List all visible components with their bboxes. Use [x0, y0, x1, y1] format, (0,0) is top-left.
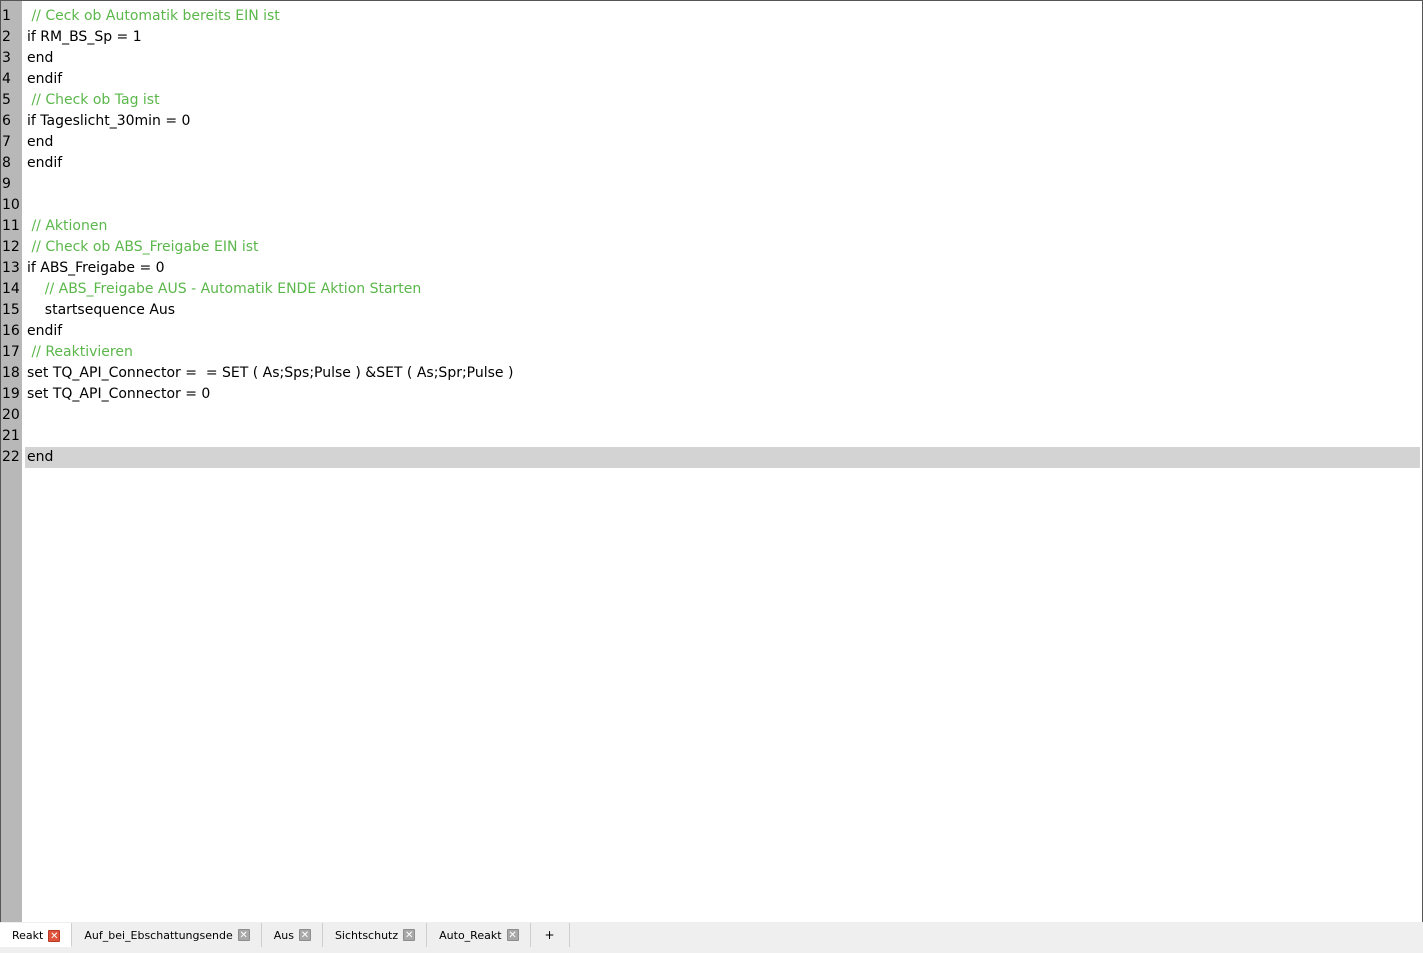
code-comment[interactable]: // Check ob Tag ist — [25, 90, 1420, 111]
tab-strip: Reakt ✕ Auf_bei_Ebschattungsende ✕ Aus ✕ Sicht… — [0, 923, 570, 947]
code-line[interactable]: 18 set TQ_API_Connector = = SET ( As;Sps;… — [1, 363, 1420, 384]
code-line[interactable]: 19 set TQ_API_Connector = 0 — [1, 384, 1420, 405]
tab-auf_bei_ebschattungsende[interactable]: Auf_bei_Ebschattungsende ✕ — [72, 923, 262, 947]
code-line[interactable]: 7 end — [1, 132, 1420, 153]
code-text[interactable]: if Tageslicht_30min = 0 — [25, 111, 1420, 132]
code-text[interactable]: end — [25, 48, 1420, 69]
code-comment[interactable]: // Ceck ob Automatik bereits EIN ist — [25, 6, 1420, 27]
code-line[interactable]: 10 — [1, 195, 1420, 216]
code-line[interactable]: 5 // Check ob Tag ist — [1, 90, 1420, 111]
code-text[interactable]: endif — [25, 153, 1420, 174]
line-number: 16 — [2, 323, 20, 339]
tab-aus[interactable]: Aus ✕ — [261, 923, 323, 947]
code-line[interactable]: 4 endif — [1, 69, 1420, 90]
line-number: 5 — [2, 92, 11, 108]
line-number: 2 — [2, 29, 11, 45]
code-line[interactable]: 6 if Tageslicht_30min = 0 — [1, 111, 1420, 132]
code-line[interactable]: 8 endif — [1, 153, 1420, 174]
code-text[interactable]: endif — [25, 321, 1420, 342]
tab-label: Auto_Reakt — [439, 928, 502, 942]
code-text[interactable] — [25, 405, 1420, 426]
code-text[interactable]: if ABS_Freigabe = 0 — [25, 258, 1420, 279]
line-number: 20 — [2, 407, 20, 423]
code-text[interactable]: set TQ_API_Connector = 0 — [25, 384, 1420, 405]
code-text[interactable] — [25, 174, 1420, 195]
line-number: 6 — [2, 113, 11, 129]
code-comment[interactable]: // Check ob ABS_Freigabe EIN ist — [25, 237, 1420, 258]
tab-sichtschutz[interactable]: Sichtschutz ✕ — [322, 923, 428, 947]
close-icon[interactable]: ✕ — [403, 929, 416, 941]
line-number: 19 — [2, 386, 20, 402]
code-lines[interactable]: 1 // Ceck ob Automatik bereits EIN ist 2 i… — [1, 6, 1420, 468]
code-line[interactable]: 3 end — [1, 48, 1420, 69]
code-text[interactable]: startsequence Aus — [25, 300, 1420, 321]
line-number: 3 — [2, 50, 11, 66]
tab-bar: Reakt ✕ Auf_bei_Ebschattungsende ✕ Aus ✕ Sicht… — [0, 922, 1423, 953]
code-line[interactable]: 9 — [1, 174, 1420, 195]
close-icon[interactable]: ✕ — [48, 929, 61, 942]
code-text[interactable]: set TQ_API_Connector = = SET ( As;Sps;Pu… — [25, 363, 1420, 384]
code-comment[interactable]: // Aktionen — [25, 216, 1420, 237]
line-number: 4 — [2, 71, 11, 87]
tab-label: Auf_bei_Ebschattungsende — [84, 928, 233, 942]
line-number: 12 — [2, 239, 20, 255]
code-line[interactable]: 16 endif — [1, 321, 1420, 342]
close-icon[interactable]: ✕ — [298, 929, 311, 941]
line-number: 22 — [2, 449, 20, 465]
code-text[interactable]: if RM_BS_Sp = 1 — [25, 27, 1420, 48]
script-editor[interactable]: 1 // Ceck ob Automatik bereits EIN ist 2 i… — [0, 0, 1423, 923]
code-line[interactable]: 15 startsequence Aus — [1, 300, 1420, 321]
code-text[interactable]: end — [25, 132, 1420, 153]
line-number: 11 — [2, 218, 20, 234]
code-line[interactable]: 20 — [1, 405, 1420, 426]
code-text[interactable] — [25, 426, 1420, 447]
code-text[interactable]: end — [25, 447, 1420, 468]
code-line[interactable]: 12 // Check ob ABS_Freigabe EIN ist — [1, 237, 1420, 258]
code-text[interactable] — [25, 195, 1420, 216]
code-line[interactable]: 2 if RM_BS_Sp = 1 — [1, 27, 1420, 48]
add-tab-button[interactable]: + — [530, 923, 570, 947]
tab-auto_reakt[interactable]: Auto_Reakt ✕ — [427, 923, 531, 947]
close-icon[interactable]: ✕ — [237, 929, 250, 941]
line-number: 21 — [2, 428, 20, 444]
code-line[interactable]: 21 — [1, 426, 1420, 447]
code-comment[interactable]: // ABS_Freigabe AUS - Automatik ENDE Akt… — [25, 279, 1420, 300]
line-number: 17 — [2, 344, 20, 360]
code-text[interactable]: endif — [25, 69, 1420, 90]
tab-reakt[interactable]: Reakt ✕ — [0, 923, 73, 947]
tab-label: Aus — [273, 928, 294, 942]
line-number: 14 — [2, 281, 20, 297]
code-line[interactable]: 11 // Aktionen — [1, 216, 1420, 237]
tab-label: Reakt — [12, 929, 44, 942]
line-number: 13 — [2, 260, 20, 276]
line-number: 8 — [2, 155, 11, 171]
line-number: 10 — [2, 197, 20, 213]
code-line[interactable]: 14 // ABS_Freigabe AUS - Automatik ENDE … — [1, 279, 1420, 300]
code-line[interactable]: 13 if ABS_Freigabe = 0 — [1, 258, 1420, 279]
line-number: 1 — [2, 8, 11, 24]
tab-label: Sichtschutz — [334, 928, 399, 942]
close-icon[interactable]: ✕ — [506, 929, 519, 941]
code-line[interactable]: 22 end — [1, 447, 1420, 468]
line-number: 18 — [2, 365, 20, 381]
line-number: 15 — [2, 302, 20, 318]
line-number: 9 — [2, 176, 11, 192]
code-line[interactable]: 1 // Ceck ob Automatik bereits EIN ist — [1, 6, 1420, 27]
line-number: 7 — [2, 134, 11, 150]
code-comment[interactable]: // Reaktivieren — [25, 342, 1420, 363]
code-line[interactable]: 17 // Reaktivieren — [1, 342, 1420, 363]
